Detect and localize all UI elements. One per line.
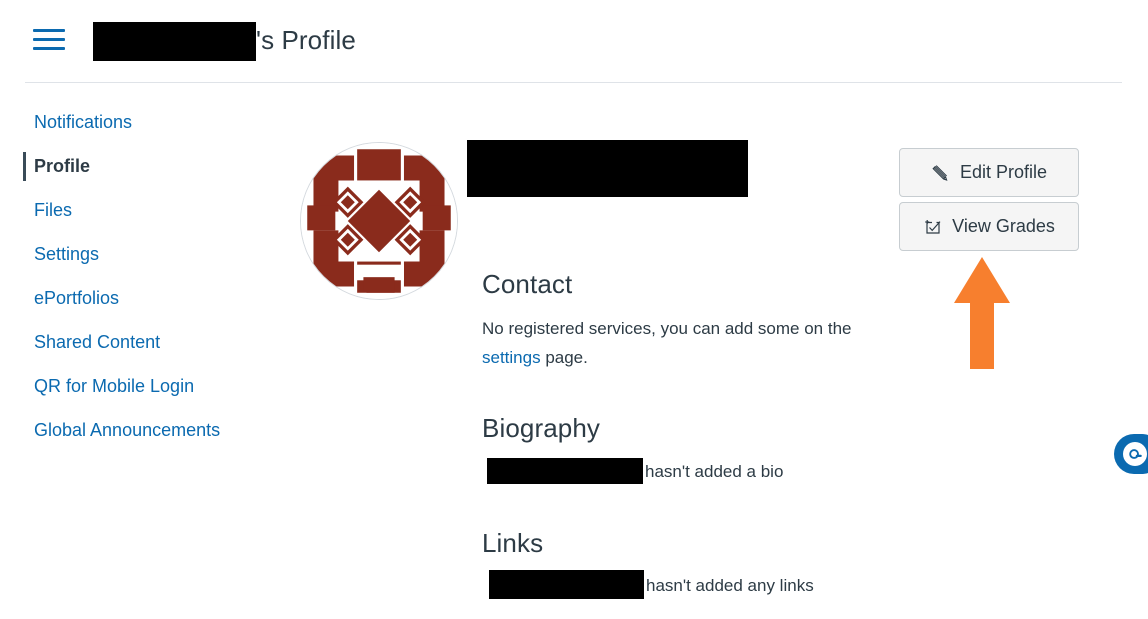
settings-link[interactable]: settings (482, 348, 541, 367)
redacted-display-name (467, 140, 748, 197)
sidebar-item-global-announcements[interactable]: Global Announcements (0, 418, 244, 443)
identicon-avatar-icon (301, 143, 457, 299)
page-title-suffix: 's Profile (256, 25, 356, 55)
redacted-name-links (489, 570, 644, 600)
profile-action-buttons: Edit Profile View Grades (899, 148, 1079, 256)
profile-sidebar-nav: Notifications Profile Files Settings ePo… (0, 110, 275, 462)
orange-arrow-icon (954, 257, 1010, 369)
header-divider (25, 82, 1122, 83)
links-heading: Links (482, 527, 544, 558)
contact-text-before: No registered services, you can add some… (482, 319, 852, 338)
sidebar-item-profile[interactable]: Profile (0, 152, 244, 181)
chat-help-widget[interactable] (1114, 434, 1148, 474)
view-grades-label: View Grades (952, 216, 1055, 236)
edit-profile-button[interactable]: Edit Profile (899, 148, 1079, 197)
chat-bubble-icon (1123, 442, 1147, 466)
view-grades-button[interactable]: View Grades (899, 202, 1079, 251)
sidebar-item-notifications[interactable]: Notifications (0, 110, 244, 135)
sidebar-item-qr-mobile-login[interactable]: QR for Mobile Login (0, 374, 244, 399)
contact-body: No registered services, you can add some… (482, 314, 872, 372)
sidebar-item-files[interactable]: Files (0, 198, 244, 223)
contact-text-after: page. (540, 348, 588, 367)
hamburger-line-2 (33, 38, 65, 41)
hamburger-line-1 (33, 29, 65, 32)
pencil-icon (932, 164, 948, 181)
redacted-user-name (93, 21, 256, 61)
edit-profile-label: Edit Profile (959, 162, 1048, 182)
chat-bubble-glyph (1128, 448, 1142, 459)
hamburger-line-3 (33, 47, 65, 50)
gradebook-check-icon (925, 219, 941, 234)
hamburger-menu-icon[interactable] (33, 25, 65, 51)
biography-heading: Biography (482, 412, 600, 443)
sidebar-item-settings[interactable]: Settings (0, 242, 244, 267)
links-empty-text: hasn't added any links (646, 576, 814, 595)
page-title: 's Profile (93, 21, 356, 62)
sidebar-item-eportfolios[interactable]: ePortfolios (0, 286, 244, 311)
page-header: 's Profile (0, 0, 1148, 83)
sidebar-item-shared-content[interactable]: Shared Content (0, 330, 244, 355)
redacted-name-biography (487, 457, 643, 484)
links-body: hasn't added any links (482, 570, 872, 601)
avatar[interactable] (300, 142, 458, 300)
annotation-arrow-up (954, 257, 1010, 369)
contact-heading: Contact (482, 268, 573, 299)
biography-body: hasn't added a bio (482, 457, 872, 486)
biography-empty-text: hasn't added a bio (645, 462, 784, 481)
